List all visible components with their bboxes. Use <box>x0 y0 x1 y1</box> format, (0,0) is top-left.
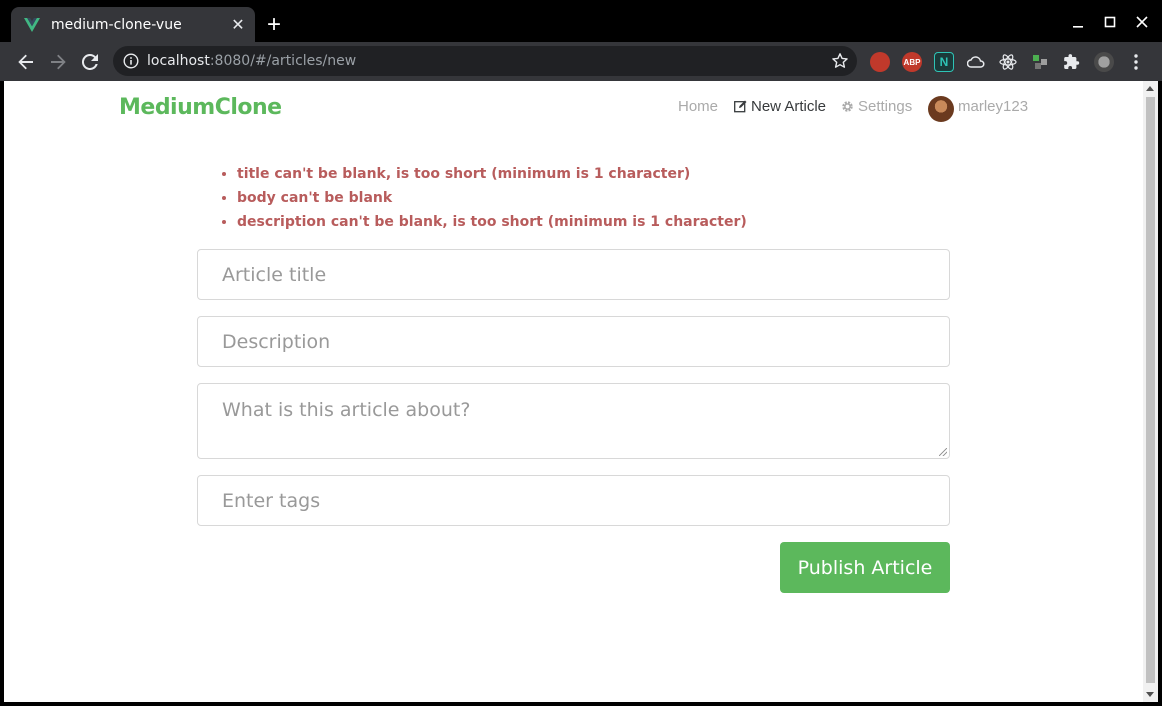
tab-title: medium-clone-vue <box>51 16 182 33</box>
vue-logo-icon <box>23 16 41 34</box>
page-viewport: MediumClone Home New Article Settings ma… <box>4 81 1158 702</box>
nav-settings[interactable]: Settings <box>841 98 912 115</box>
react-devtools-icon[interactable] <box>998 52 1018 72</box>
error-item: body can't be blank <box>237 188 747 212</box>
url-text: localhost:8080/#/articles/new <box>147 53 356 69</box>
body-placeholder: What is this article about? <box>222 399 471 421</box>
scrollbar-thumb[interactable] <box>1146 97 1155 683</box>
description-placeholder: Description <box>222 330 331 353</box>
back-icon[interactable] <box>13 49 39 75</box>
reload-icon[interactable] <box>77 49 103 75</box>
url-host: localhost <box>147 53 210 69</box>
nav-settings-label: Settings <box>858 98 913 115</box>
n-extension-icon[interactable]: N <box>934 52 954 72</box>
extensions-puzzle-icon[interactable] <box>1062 52 1082 72</box>
resize-handle-icon[interactable] <box>939 448 947 456</box>
address-bar[interactable]: localhost:8080/#/articles/new <box>113 46 857 76</box>
description-input[interactable]: Description <box>197 316 950 367</box>
nav-username: marley123 <box>958 98 1029 115</box>
publish-article-button[interactable]: Publish Article <box>780 542 950 593</box>
adblock-plus-icon[interactable]: ABP <box>902 52 922 72</box>
nav-home[interactable]: Home <box>678 98 718 115</box>
grid-extension-icon[interactable] <box>1030 52 1050 72</box>
nav-new-article-label: New Article <box>751 98 827 115</box>
close-tab-icon[interactable]: ✕ <box>227 14 249 36</box>
edit-icon <box>734 100 747 113</box>
profile-avatar-icon[interactable] <box>1094 52 1114 72</box>
close-window-icon[interactable] <box>1127 10 1157 34</box>
nav-new-article[interactable]: New Article <box>734 98 826 115</box>
tags-input[interactable]: Enter tags <box>197 475 950 526</box>
user-avatar[interactable] <box>928 96 954 122</box>
browser-window: medium-clone-vue ✕ + localhost:8080/#/ar… <box>0 0 1162 706</box>
menu-dots-icon[interactable] <box>1126 52 1146 72</box>
site-info-icon[interactable] <box>123 53 139 69</box>
new-tab-icon[interactable]: + <box>262 13 286 38</box>
nav-home-label: Home <box>678 98 719 115</box>
nav-profile[interactable]: marley123 <box>958 98 1028 115</box>
page-scrollbar[interactable] <box>1143 81 1158 702</box>
cloud-extension-icon[interactable] <box>966 52 986 72</box>
article-title-input[interactable]: Article title <box>197 249 950 300</box>
browser-tab[interactable]: medium-clone-vue ✕ <box>11 7 255 42</box>
santa-extension-icon[interactable] <box>870 52 890 72</box>
scroll-up-icon[interactable] <box>1146 86 1154 91</box>
forward-icon[interactable] <box>45 49 71 75</box>
tags-placeholder: Enter tags <box>222 489 321 512</box>
error-item: description can't be blank, is too short… <box>237 212 747 236</box>
browser-toolbar: localhost:8080/#/articles/new ABP N <box>0 42 1162 81</box>
scroll-down-icon[interactable] <box>1146 692 1154 697</box>
tab-strip: medium-clone-vue ✕ + <box>0 0 1162 42</box>
gear-icon <box>841 100 854 113</box>
error-messages: title can't be blank, is too short (mini… <box>237 164 747 236</box>
article-title-placeholder: Article title <box>222 263 327 286</box>
brand-logo[interactable]: MediumClone <box>119 95 282 120</box>
url-path: :8080/#/articles/new <box>209 53 357 69</box>
bookmark-star-icon[interactable] <box>831 52 849 70</box>
error-item: title can't be blank, is too short (mini… <box>237 164 747 188</box>
maximize-icon[interactable] <box>1095 10 1125 34</box>
body-textarea[interactable]: What is this article about? <box>197 383 950 459</box>
minimize-icon[interactable] <box>1063 10 1093 34</box>
